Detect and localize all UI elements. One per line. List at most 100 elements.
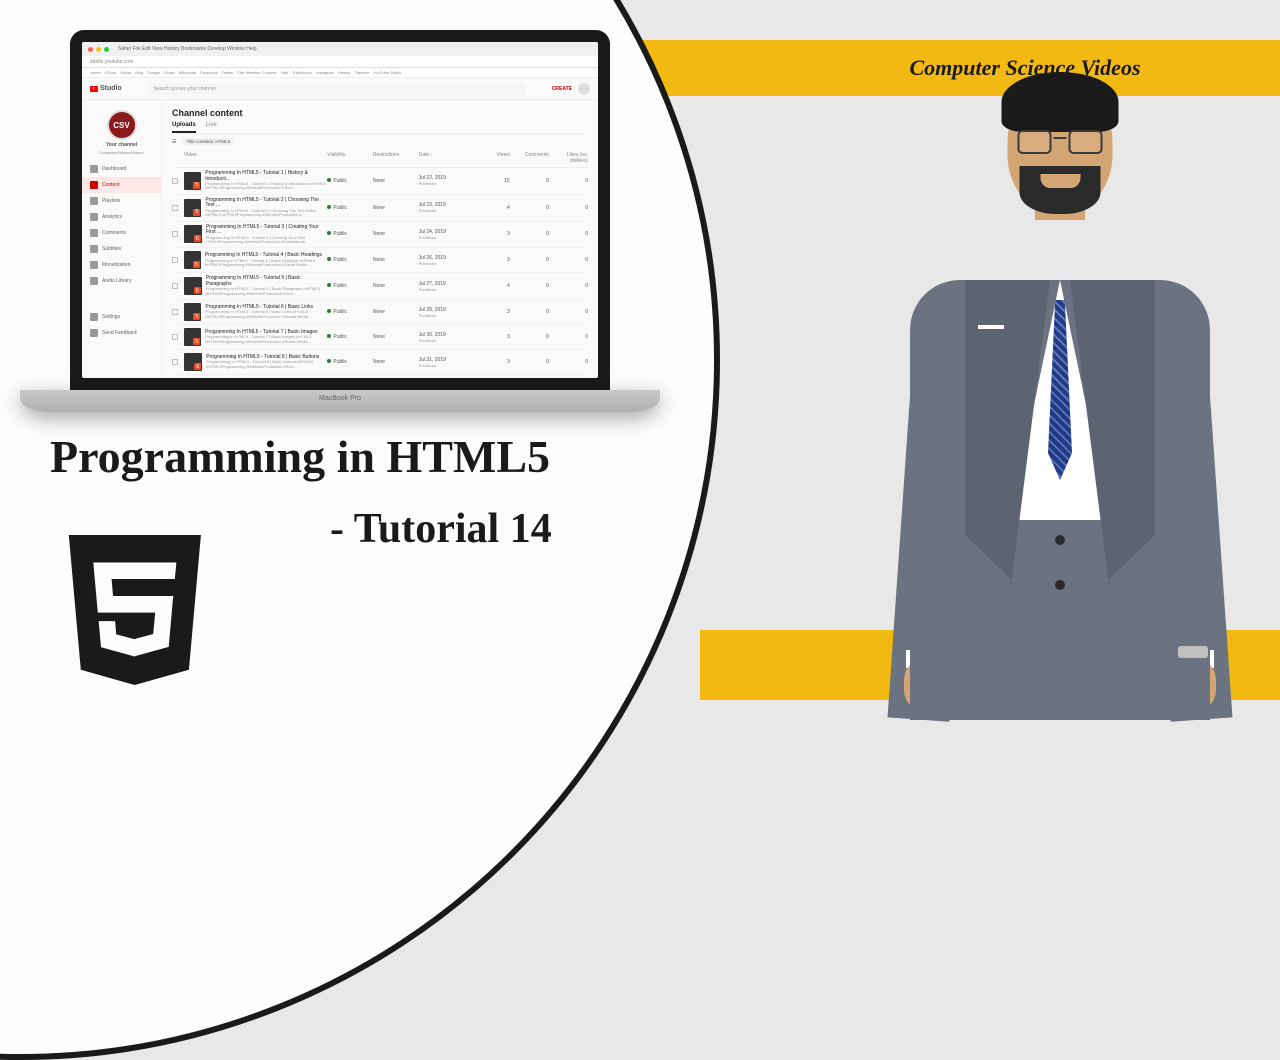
- restrictions-cell: None: [373, 178, 419, 184]
- comments-cell: 0: [510, 334, 549, 340]
- window-minimize-icon[interactable]: [96, 47, 101, 52]
- visibility-cell[interactable]: Public: [327, 359, 373, 365]
- bookmark-item[interactable]: Yahoo: [120, 70, 131, 75]
- window-close-icon[interactable]: [88, 47, 93, 52]
- col-comments[interactable]: Comments: [510, 152, 549, 164]
- tab-uploads[interactable]: Uploads: [172, 122, 196, 133]
- bookmark-item[interactable]: Google: [147, 70, 160, 75]
- bookmark-item[interactable]: The Weather Channel: [237, 70, 276, 75]
- video-thumbnail[interactable]: [184, 303, 201, 321]
- video-thumbnail[interactable]: [184, 353, 202, 371]
- table-row[interactable]: Programming In HTML5 - Tutorial 5 | Basi…: [172, 273, 588, 300]
- video-description: Programming In HTML5 - Tutorial 6 | Basi…: [205, 310, 327, 319]
- sidebar-item-monetization[interactable]: Monetization: [82, 257, 161, 273]
- col-visibility[interactable]: Visibility: [327, 152, 373, 164]
- table-row[interactable]: Programming In HTML5 - Tutorial 8 | Basi…: [172, 350, 588, 375]
- row-checkbox[interactable]: [172, 309, 178, 315]
- row-checkbox[interactable]: [172, 205, 178, 211]
- video-thumbnail[interactable]: [184, 328, 201, 346]
- filter-icon[interactable]: ☰: [172, 139, 176, 145]
- likes-cell: 0: [549, 283, 588, 289]
- comments-cell: 0: [510, 283, 549, 289]
- bookmark-item[interactable]: Transfer: [354, 70, 369, 75]
- sidebar-item-subtitles[interactable]: Subtitles: [82, 241, 161, 257]
- table-row[interactable]: Programming In HTML5 - Tutorial 3 | Crea…: [172, 222, 588, 249]
- window-zoom-icon[interactable]: [104, 47, 109, 52]
- create-button[interactable]: CREATE: [552, 86, 572, 92]
- video-description: Programming In HTML5 - Tutorial 5 | Basi…: [206, 287, 328, 296]
- video-thumbnail[interactable]: [184, 277, 202, 295]
- bookmark-item[interactable]: History: [338, 70, 350, 75]
- table-row[interactable]: Programming In HTML5 - Tutorial 2 | Choo…: [172, 195, 588, 222]
- table-row[interactable]: Programming In HTML5 - Tutorial 6 | Basi…: [172, 300, 588, 325]
- bookmark-item[interactable]: Wikipedia: [179, 70, 196, 75]
- col-video[interactable]: Video: [184, 152, 327, 164]
- video-thumbnail[interactable]: [184, 251, 201, 269]
- bookmark-item[interactable]: YouTube Studio: [373, 70, 401, 75]
- bookmark-item[interactable]: iCloud: [105, 70, 116, 75]
- row-checkbox[interactable]: [172, 283, 178, 289]
- visibility-cell[interactable]: Public: [327, 231, 373, 237]
- row-checkbox[interactable]: [172, 334, 178, 340]
- sidebar-item-comments[interactable]: Comments: [82, 225, 161, 241]
- date-cell: Jul 26, 2019Published: [419, 255, 478, 266]
- bookmark-item[interactable]: Instagram: [316, 70, 334, 75]
- account-avatar[interactable]: [578, 83, 590, 95]
- comments-cell: 0: [510, 309, 549, 315]
- sidebar-item-audio-library[interactable]: Audio Library: [82, 273, 161, 289]
- video-description: Programming In HTML5 - Tutorial 2 | Choo…: [205, 209, 327, 218]
- bookmark-item[interactable]: Gmail: [164, 70, 174, 75]
- row-checkbox[interactable]: [172, 359, 178, 365]
- bookmark-item[interactable]: Facebook: [200, 70, 218, 75]
- table-row[interactable]: Programming In HTML5 - Tutorial 7 | Basi…: [172, 325, 588, 350]
- table-row[interactable]: Programming In HTML5 - Tutorial 4 | Basi…: [172, 248, 588, 273]
- visibility-cell[interactable]: Public: [327, 334, 373, 340]
- sidebar-item-content[interactable]: Content: [82, 177, 161, 193]
- sidebar-item-dashboard[interactable]: Dashboard: [82, 161, 161, 177]
- search-placeholder: Search across your channel: [154, 86, 216, 92]
- address-bar[interactable]: studio.youtube.com: [82, 56, 598, 68]
- comments-cell: 0: [510, 359, 549, 365]
- laptop-deck: [20, 390, 660, 412]
- suit-button: [1055, 580, 1065, 590]
- col-date[interactable]: Date ↓: [419, 152, 478, 164]
- col-restrictions[interactable]: Restrictions: [373, 152, 419, 164]
- views-cell: 4: [477, 283, 510, 289]
- table-row[interactable]: Programming In HTML5 - Tutorial 1 | Hist…: [172, 168, 588, 195]
- sidebar-item-settings[interactable]: Settings: [82, 309, 161, 325]
- eyeglasses-icon: [1018, 130, 1103, 154]
- visibility-cell[interactable]: Public: [327, 205, 373, 211]
- bookmark-item[interactable]: Home: [90, 70, 101, 75]
- sidebar-item-analytics[interactable]: Analytics: [82, 209, 161, 225]
- visibility-cell[interactable]: Public: [327, 283, 373, 289]
- bookmark-item[interactable]: TripAdvisor: [292, 70, 312, 75]
- sidebar-item-label: Settings: [102, 314, 120, 320]
- row-checkbox[interactable]: [172, 178, 178, 184]
- visibility-cell[interactable]: Public: [327, 309, 373, 315]
- tab-live[interactable]: Live: [206, 122, 217, 133]
- visibility-cell[interactable]: Public: [327, 178, 373, 184]
- col-likes[interactable]: Likes (vs. dislikes): [549, 152, 588, 164]
- bookmark-item[interactable]: Twitter: [222, 70, 234, 75]
- url-text: studio.youtube.com: [90, 59, 133, 65]
- search-input[interactable]: Search across your channel: [148, 83, 526, 95]
- sidebar-item-send-feedback[interactable]: Send Feedback: [82, 325, 161, 341]
- video-thumbnail[interactable]: [184, 172, 201, 190]
- filter-chip[interactable]: Title contains: HTML5: [182, 138, 234, 145]
- bookmark-item[interactable]: Yelp: [280, 70, 288, 75]
- sidebar-item-playlists[interactable]: Playlists: [82, 193, 161, 209]
- row-checkbox[interactable]: [172, 231, 178, 237]
- macos-menubar: Safari File Edit View History Bookmarks …: [82, 42, 598, 56]
- youtube-studio-logo[interactable]: Studio: [90, 85, 122, 92]
- col-views[interactable]: Views: [477, 152, 510, 164]
- bookmark-item[interactable]: Bing: [135, 70, 143, 75]
- row-checkbox[interactable]: [172, 257, 178, 263]
- channel-title: Your channel: [82, 142, 161, 148]
- table-header: Video Visibility Restrictions Date ↓ Vie…: [172, 149, 588, 168]
- sidebar: CSV Your channel ComputerScienceVideos D…: [82, 100, 162, 378]
- video-thumbnail[interactable]: [184, 199, 201, 217]
- visibility-cell[interactable]: Public: [327, 257, 373, 263]
- sidebar-icon: [90, 313, 98, 321]
- channel-avatar[interactable]: CSV: [107, 110, 137, 140]
- video-thumbnail[interactable]: [184, 225, 202, 243]
